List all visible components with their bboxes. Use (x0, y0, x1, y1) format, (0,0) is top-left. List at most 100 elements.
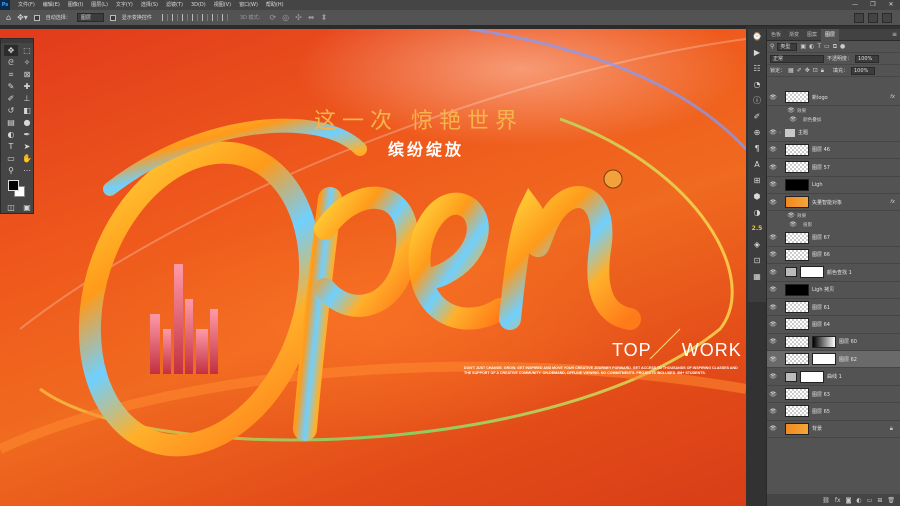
visibility-eye-icon[interactable]: 👁︎ (767, 391, 779, 398)
layer-name[interactable]: 图层 66 (812, 251, 830, 258)
visibility-eye-icon[interactable]: 👁︎ (767, 94, 779, 101)
auto-select-checkbox[interactable] (33, 14, 40, 21)
3d-orbit-icon[interactable]: ⟳ (269, 13, 276, 22)
magic-wand-tool-icon[interactable]: ✧ (20, 57, 34, 68)
3d-roll-icon[interactable]: ◎ (282, 13, 289, 22)
layer-name[interactable]: 背景 (812, 425, 822, 432)
folder-icon[interactable] (785, 128, 795, 137)
layer-name[interactable]: 主题 (798, 129, 808, 136)
layer-row[interactable]: 👁︎ 图层 46 (767, 142, 900, 160)
marquee-tool-icon[interactable]: ⬚ (20, 45, 34, 56)
menu-window[interactable]: 窗口(W) (235, 0, 262, 10)
visibility-eye-icon[interactable]: 👁︎ (767, 338, 779, 345)
visibility-eye-icon[interactable]: 👁︎ (767, 251, 779, 258)
filter-adjust-icon[interactable]: ◐ (809, 43, 814, 50)
move-tool-icon[interactable]: ✥ (4, 45, 18, 56)
lock-all-icon[interactable]: 🔒︎ (821, 67, 824, 75)
menu-image[interactable]: 图像(I) (64, 0, 87, 10)
filter-smart-icon[interactable]: ⧉ (833, 43, 837, 51)
show-transform-checkbox[interactable] (109, 14, 116, 21)
screen-mode-icon[interactable]: ▣ (21, 202, 33, 213)
opacity-field[interactable]: 100% (855, 54, 880, 63)
layer-kind-filter[interactable]: 类型 (777, 42, 798, 51)
filter-pixel-icon[interactable]: ▣ (800, 43, 806, 50)
plugin-badge[interactable]: 2.5 (752, 221, 763, 237)
layer-name[interactable]: 图层 62 (839, 356, 857, 363)
layer-row[interactable]: 👁︎ 图层 67 (767, 229, 900, 247)
layer-name[interactable]: Ligh (812, 182, 823, 188)
tab-patterns[interactable]: 图案 (803, 29, 821, 41)
layer-name[interactable]: 图层 46 (812, 146, 830, 153)
layer-thumbnail[interactable] (785, 388, 809, 401)
layer-name[interactable]: 图层 61 (812, 304, 830, 311)
adjustments-panel-icon[interactable]: ◔ (751, 77, 763, 93)
frame-tool-icon[interactable]: ⊠ (20, 69, 34, 80)
layer-row[interactable]: 👁︎ 图层 61 (767, 299, 900, 317)
align-bottom-icon[interactable] (211, 14, 218, 21)
close-button[interactable]: ✕ (882, 0, 900, 10)
layer-style-icon[interactable]: fx (835, 497, 841, 504)
menu-view[interactable]: 视图(V) (210, 0, 235, 10)
lasso-tool-icon[interactable]: ᘓ (4, 57, 18, 68)
menu-help[interactable]: 帮助(H) (262, 0, 288, 10)
layer-thumbnail[interactable] (785, 143, 809, 156)
layer-name[interactable]: 图层 65 (812, 408, 830, 415)
layer-thumbnail[interactable] (785, 267, 797, 278)
delete-layer-icon[interactable]: 🗑︎ (887, 497, 895, 504)
layer-mask-thumbnail[interactable] (812, 335, 836, 348)
layer-name[interactable]: 图层 60 (839, 338, 857, 345)
layer-row[interactable]: 👁︎ 图层 63 (767, 386, 900, 404)
more-tools-icon[interactable]: ⋯ (20, 165, 34, 176)
pen-tool-icon[interactable]: ✒ (20, 129, 34, 140)
gradient-tool-icon[interactable]: ▤ (4, 117, 18, 128)
layer-row[interactable]: 👁︎ 图层 65 (767, 403, 900, 421)
layer-name[interactable]: 矢量智能对象 (812, 199, 842, 206)
layer-name[interactable]: 颜色查找 1 (827, 269, 852, 276)
eyedropper-tool-icon[interactable]: ✎ (4, 81, 18, 92)
layer-thumbnail[interactable] (785, 91, 809, 104)
visibility-eye-icon[interactable]: 👁︎ (767, 181, 779, 188)
menu-3d[interactable]: 3D(D) (187, 0, 210, 10)
info-panel-icon[interactable]: ⓘ (751, 93, 763, 109)
menu-edit[interactable]: 编辑(E) (39, 0, 64, 10)
brush-settings-icon[interactable]: ✐ (751, 109, 763, 125)
workspace-icon[interactable] (868, 13, 878, 23)
menu-select[interactable]: 选择(S) (137, 0, 162, 10)
layer-row[interactable]: 👁︎ Ligh (767, 177, 900, 194)
layer-thumbnail[interactable] (785, 283, 809, 296)
adjustment-layer-icon[interactable]: ◐ (856, 497, 861, 504)
visibility-eye-icon[interactable]: 👁︎ (787, 221, 799, 228)
shape-tool-icon[interactable]: ▭ (4, 153, 18, 164)
search-icon[interactable] (854, 13, 864, 23)
3d-pan-icon[interactable]: ✣ (295, 13, 302, 22)
path-select-tool-icon[interactable]: ➤ (20, 141, 34, 152)
document-canvas[interactable]: 这一次 惊艳世界 缤纷绽放 TOP WORK DON'T JUST CHANGE… (0, 29, 746, 506)
visibility-eye-icon[interactable]: 👁︎ (767, 373, 779, 380)
character-panel-icon[interactable]: A (751, 157, 763, 173)
layer-mask-thumbnail[interactable] (812, 353, 836, 366)
auto-select-target-dropdown[interactable]: 图层 (76, 13, 104, 22)
type-tool-icon[interactable]: T (4, 141, 18, 152)
panel-menu-icon[interactable]: ≡ (892, 31, 900, 38)
layer-fx-badge[interactable]: fx (890, 94, 895, 100)
layer-thumbnail[interactable] (785, 248, 809, 261)
layer-row[interactable]: 👁︎ 图层 64 (767, 316, 900, 334)
align-left-icon[interactable] (161, 14, 168, 21)
visibility-eye-icon[interactable]: 👁︎ (767, 425, 779, 432)
layer-row[interactable]: 👁︎ Ligh 拷贝 (767, 282, 900, 299)
tab-swatches[interactable]: 色板 (767, 29, 785, 41)
filter-shape-icon[interactable]: ▭ (824, 43, 830, 50)
new-group-icon[interactable]: ▭ (867, 497, 873, 504)
move-tool-preset-icon[interactable]: ✥▾ (17, 13, 28, 22)
stamp-tool-icon[interactable]: ⊥ (20, 93, 34, 104)
layer-thumbnail[interactable] (785, 405, 809, 418)
layer-row[interactable]: 👁︎ › 主题 (767, 124, 900, 142)
layer-thumbnail[interactable] (785, 335, 809, 348)
hand-tool-icon[interactable]: ✋ (20, 153, 34, 164)
tab-gradients[interactable]: 渐变 (785, 29, 803, 41)
align-top-icon[interactable] (191, 14, 198, 21)
layer-thumbnail[interactable] (785, 353, 809, 366)
layer-thumbnail[interactable] (785, 422, 809, 435)
align-right-icon[interactable] (181, 14, 188, 21)
lock-paint-icon[interactable]: ✐ (797, 67, 802, 74)
